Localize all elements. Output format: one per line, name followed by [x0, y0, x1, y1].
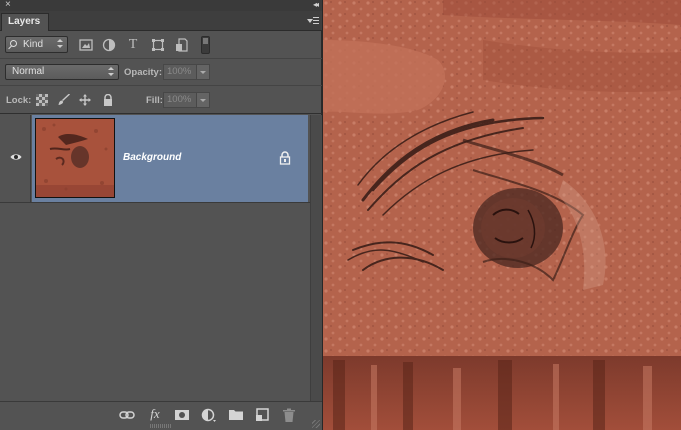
- document-canvas[interactable]: [323, 0, 681, 430]
- lock-transparent-pixels-icon[interactable]: [36, 94, 48, 106]
- layer-thumbnail: [35, 118, 115, 198]
- search-icon: [10, 40, 17, 47]
- lock-row: Lock: Fill: 100%: [0, 86, 322, 114]
- lock-position-icon[interactable]: [79, 94, 91, 106]
- panel-menu-icon[interactable]: [307, 16, 319, 26]
- pixel-layer-filter-icon[interactable]: [79, 38, 93, 52]
- delete-layer-icon[interactable]: [281, 407, 297, 423]
- new-layer-icon[interactable]: [254, 407, 270, 423]
- up-down-arrows-icon: [57, 39, 63, 49]
- adjustment-layer-filter-icon[interactable]: [102, 38, 116, 52]
- close-icon[interactable]: ×: [5, 0, 11, 10]
- layers-scrollbar[interactable]: [310, 115, 322, 401]
- tab-layers[interactable]: Layers: [1, 13, 49, 31]
- blend-mode-select[interactable]: Normal: [5, 64, 119, 80]
- panel-title-bar: × ◂◂: [0, 0, 322, 11]
- fill-dropdown-button[interactable]: [196, 92, 210, 108]
- new-adjustment-icon[interactable]: [201, 407, 217, 423]
- visibility-toggle[interactable]: [0, 115, 31, 203]
- lock-image-pixels-icon[interactable]: [57, 93, 70, 106]
- panel-grip[interactable]: [150, 424, 172, 428]
- link-layers-icon[interactable]: [119, 407, 135, 423]
- up-down-arrows-icon: [108, 67, 114, 77]
- opacity-input[interactable]: 100%: [163, 64, 197, 80]
- fill-label: Fill:: [146, 95, 163, 106]
- type-layer-filter-icon[interactable]: T: [126, 38, 140, 52]
- panel-resize-handle[interactable]: [312, 420, 320, 428]
- layers-list: Background: [0, 115, 310, 401]
- layer-name[interactable]: Background: [123, 152, 181, 163]
- blend-mode-row: Normal Opacity: 100%: [0, 59, 322, 86]
- fill-input[interactable]: 100%: [163, 92, 197, 108]
- opacity-label: Opacity:: [124, 67, 163, 78]
- filter-kind-select[interactable]: Kind: [5, 36, 68, 53]
- layers-panel: × ◂◂ Layers Kind T Normal Opacity: 100% …: [0, 0, 322, 430]
- add-mask-icon[interactable]: [174, 407, 190, 423]
- lock-icon: [279, 151, 291, 165]
- opacity-dropdown-button[interactable]: [196, 64, 210, 80]
- panel-tab-bar: Layers: [0, 11, 322, 31]
- layer-filter-row: Kind T: [0, 32, 322, 59]
- lock-all-icon[interactable]: [102, 93, 114, 106]
- layers-bottom-bar: fx: [0, 401, 322, 430]
- layer-style-icon[interactable]: fx: [147, 407, 163, 423]
- lock-label: Lock:: [6, 95, 32, 106]
- filter-kind-label: Kind: [23, 39, 44, 50]
- filter-toggle-switch[interactable]: [201, 36, 210, 54]
- smart-object-filter-icon[interactable]: [175, 38, 189, 52]
- shape-layer-filter-icon[interactable]: [151, 38, 165, 52]
- eye-icon: [10, 154, 22, 160]
- layer-row[interactable]: Background: [0, 115, 310, 203]
- canvas-image: [323, 0, 681, 430]
- collapse-panel-icon[interactable]: ◂◂: [313, 0, 319, 10]
- new-group-icon[interactable]: [228, 407, 244, 423]
- blend-mode-value: Normal: [12, 66, 45, 77]
- selected-layer-background[interactable]: Background: [32, 115, 308, 202]
